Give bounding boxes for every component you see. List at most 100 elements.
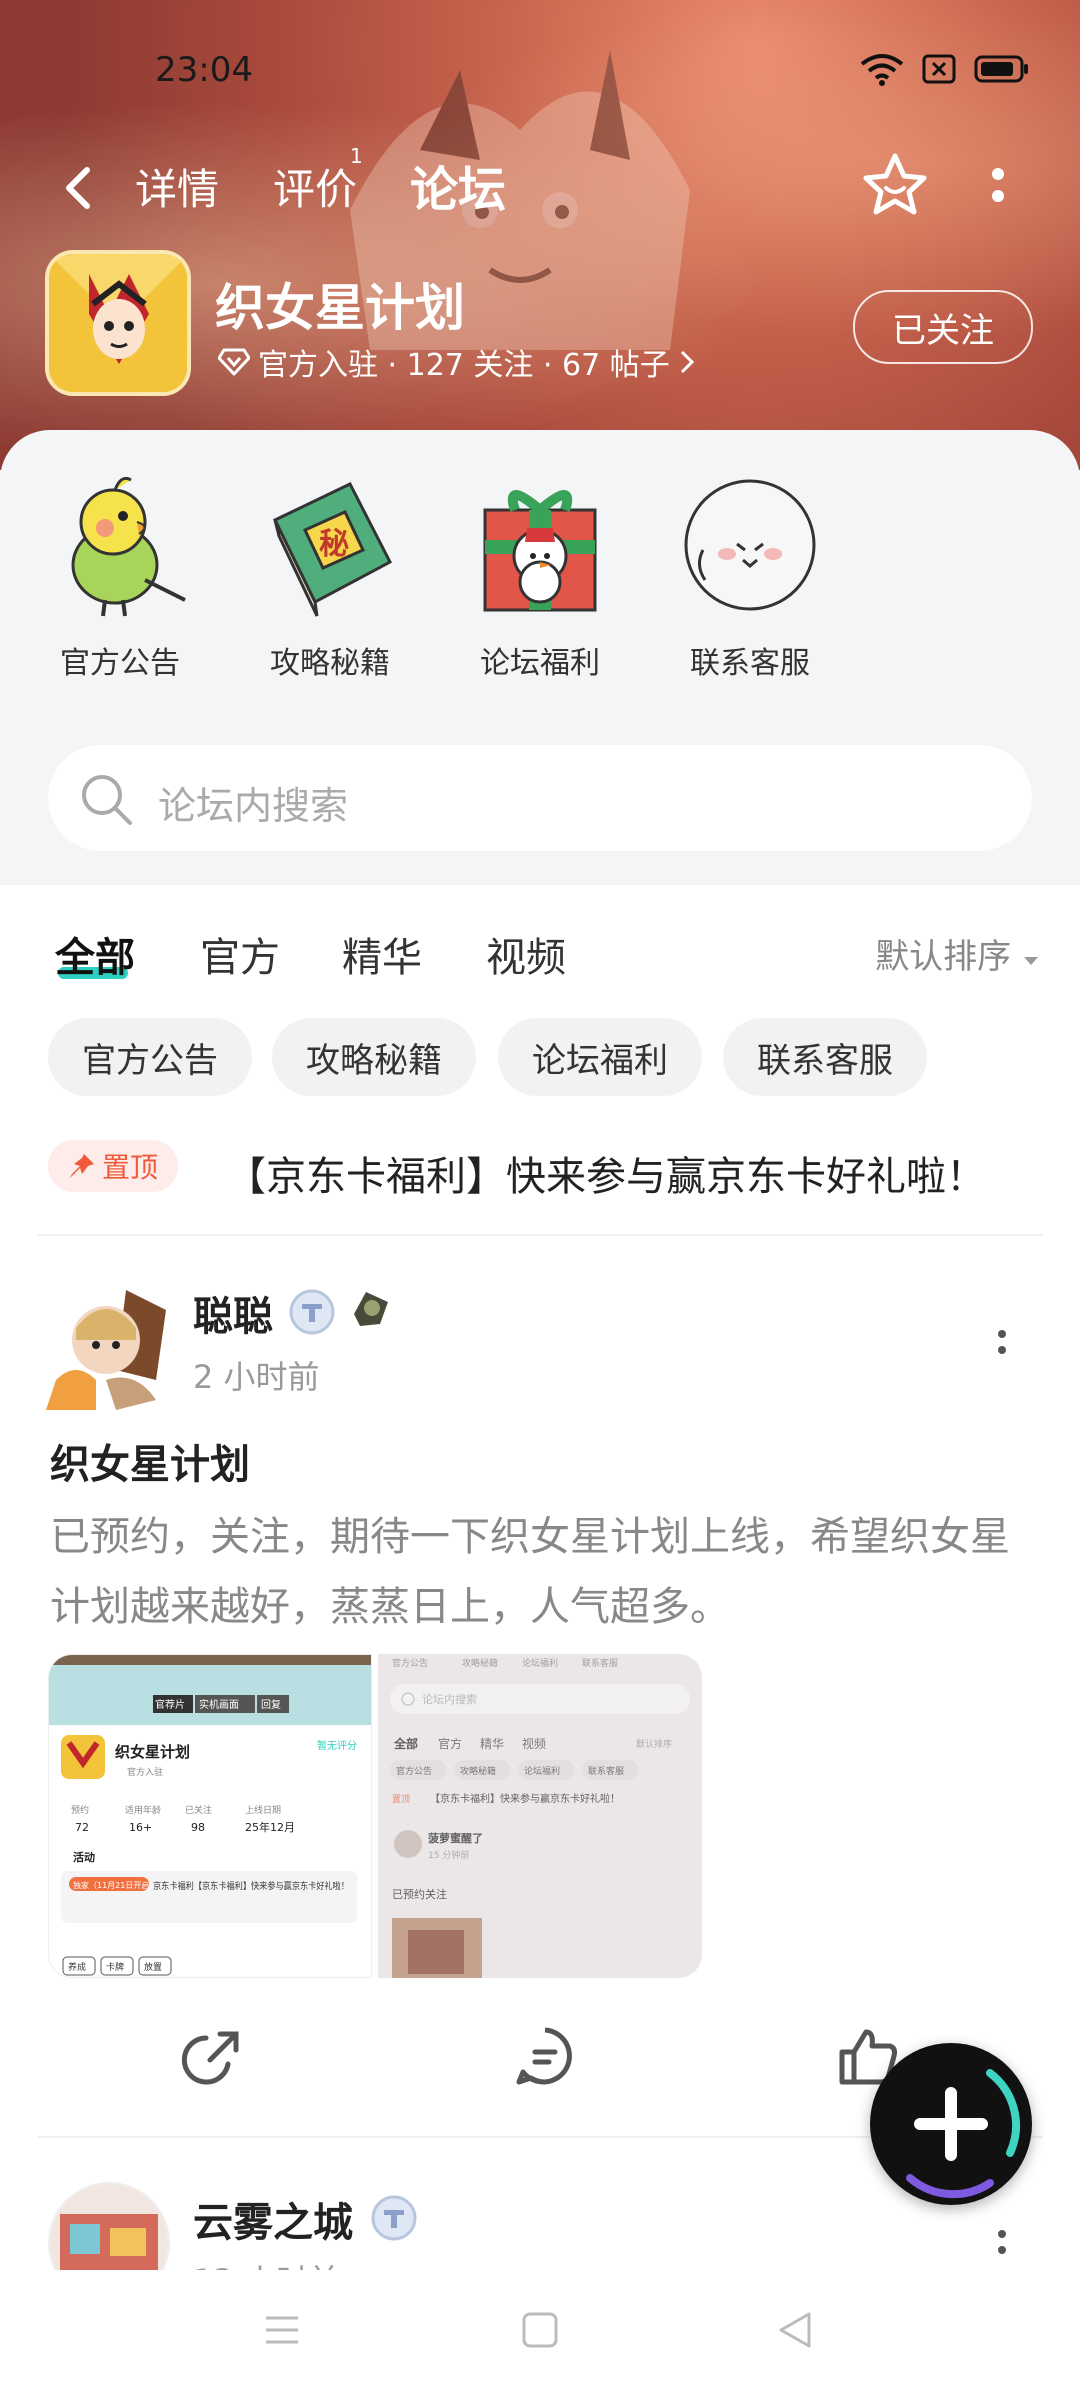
review-count-badge: 1 (350, 144, 363, 168)
filter-tab-featured[interactable]: 精华 (342, 925, 422, 983)
thumb2-filter: 精华 (480, 1737, 504, 1751)
share-icon[interactable] (180, 2024, 244, 2088)
pinned-title[interactable]: 【京东卡福利】快来参与赢京东卡好礼啦！ (226, 1144, 986, 1202)
tab-detail[interactable]: 详情 (135, 156, 219, 217)
post-author[interactable]: 聪聪 (193, 1284, 273, 1342)
post-body[interactable]: 已预约，关注，期待一下织女星计划上线，希望织女星计划越来越好，蒸蒸日上，人气超多… (50, 1502, 1035, 1642)
forum-panel: 官方公告 秘 攻略秘籍 论坛福利 联系客服 论坛内搜索 (0, 430, 1080, 885)
quick-link-label: 官方公告 (60, 646, 180, 681)
thumb-official: 官方入驻 (127, 1766, 163, 1778)
chip-announcements[interactable]: 官方公告 (48, 1018, 252, 1096)
header-banner: 23:04 详情 评价 1 论坛 织女星计划 官方入驻 · 127 关注 · 6… (0, 0, 1080, 470)
diamond-verified-icon (218, 348, 250, 376)
thumb-stat-label: 上线日期 (245, 1804, 281, 1816)
thumb-stat-value: 72 (75, 1821, 89, 1834)
thumb2-top-tab: 论坛福利 (522, 1657, 558, 1669)
forum-search[interactable]: 论坛内搜索 (48, 745, 1032, 851)
mochi-face-icon (684, 479, 816, 611)
quick-link-welfare[interactable]: 论坛福利 (450, 470, 630, 682)
chip-welfare[interactable]: 论坛福利 (498, 1018, 702, 1096)
more-vertical-icon[interactable] (990, 1324, 1014, 1364)
thumb2-time: 15 分钟前 (428, 1849, 469, 1861)
filter-tab-official[interactable]: 官方 (200, 925, 280, 983)
tab-forum[interactable]: 论坛 (410, 150, 506, 220)
thumb-tab-label: 官荐片 (155, 1698, 185, 1711)
thumb2-pin-badge: 置顶 (392, 1794, 410, 1805)
sort-label: 默认排序 (875, 937, 1012, 977)
quick-link-support[interactable]: 联系客服 (660, 470, 840, 682)
app-meta[interactable]: 官方入驻 · 127 关注 · 67 帖子 (218, 340, 696, 384)
pinned-badge-label: 置顶 (101, 1151, 158, 1184)
comment-icon[interactable] (513, 2024, 577, 2088)
chip-guides[interactable]: 攻略秘籍 (272, 1018, 476, 1096)
thumb-tag: 卡牌 (106, 1961, 124, 1973)
follow-button[interactable]: 已关注 (853, 290, 1033, 364)
plus-icon (906, 2069, 1020, 2199)
more-vertical-icon[interactable] (983, 158, 1013, 218)
menu-icon[interactable] (262, 2310, 302, 2350)
thumb-stat-label: 预约 (71, 1804, 89, 1816)
thumb2-top-tab: 官方公告 (392, 1657, 428, 1669)
quick-link-label: 攻略秘籍 (270, 646, 390, 681)
secret-book-icon: 秘 (272, 482, 393, 617)
more-vertical-icon[interactable] (990, 2224, 1014, 2264)
app-info: 织女星计划 官方入驻 · 127 关注 · 67 帖子 已关注 (0, 250, 1080, 400)
post-time: 2 小时前 (193, 1358, 320, 1396)
sort-dropdown[interactable]: 默认排序 (875, 929, 1040, 978)
back-icon[interactable] (775, 2310, 815, 2350)
thumb-tab-label: 实机画面 (199, 1698, 239, 1711)
thumb-activity-text: 京东卡福利【京东卡福利】快来参与赢京东卡好礼啦！ (153, 1880, 349, 1892)
thumb2-chip: 官方公告 (396, 1765, 432, 1777)
quick-link-guides[interactable]: 秘 攻略秘籍 (240, 470, 420, 682)
status-icons (860, 52, 1030, 86)
svg-text:秘: 秘 (319, 527, 349, 562)
thumb2-chip: 论坛福利 (524, 1765, 560, 1777)
thumb2-chip: 联系客服 (588, 1765, 624, 1777)
post-title[interactable]: 织女星计划 (50, 1432, 250, 1490)
chevron-right-icon (680, 350, 694, 374)
thumb2-filter: 全部 (393, 1736, 418, 1751)
thumb-activity-tag: 独家（11月21日开启） (73, 1880, 157, 1890)
pinned-post[interactable]: 置顶 【京东卡福利】快来参与赢京东卡好礼啦！ (48, 1140, 1048, 1200)
system-nav-bar (0, 2270, 1080, 2400)
thumb2-body: 已预约关注 (392, 1887, 447, 1901)
back-arrow-icon[interactable] (55, 158, 99, 218)
quick-link-announcements[interactable]: 官方公告 (30, 470, 210, 682)
avatar[interactable] (36, 1270, 178, 1412)
thumb-stat-value: 25年12月 (245, 1820, 295, 1834)
top-nav: 详情 评价 1 论坛 (0, 144, 1080, 230)
thumb-stat-value: 16+ (129, 1821, 152, 1834)
post-author[interactable]: 云雾之城 (193, 2190, 353, 2248)
thumb-stat-value: 98 (191, 1821, 205, 1834)
filter-tabs: 全部 官方 精华 视频 默认排序 (0, 915, 1080, 995)
chip-support[interactable]: 联系客服 (723, 1018, 927, 1096)
thumb2-pin-text: 【京东卡福利】快来参与赢京东卡好礼啦！ (430, 1792, 620, 1805)
app-icon[interactable] (45, 250, 191, 396)
app-name: 织女星计划 (215, 279, 465, 337)
thumb2-chip: 攻略秘籍 (460, 1765, 496, 1777)
thumb-tag: 养成 (68, 1961, 86, 1973)
thumb-tab-label: 回复 (261, 1698, 281, 1711)
status-time: 23:04 (155, 50, 253, 90)
thumb2-filter: 视频 (522, 1736, 546, 1751)
star-favorite-icon[interactable] (860, 150, 930, 220)
post-image[interactable]: 官方公告 攻略秘籍 论坛福利 联系客服 论坛内搜索 全部 官方 精华 视频 默认… (378, 1654, 702, 1978)
level-badge-icon (371, 2195, 417, 2241)
tab-review[interactable]: 评价 (273, 156, 357, 217)
filter-tab-all[interactable]: 全部 (55, 925, 135, 983)
home-icon[interactable] (520, 2310, 560, 2350)
post-image[interactable]: 官荐片 实机画面 回复 织女星计划 暂无评分 官方入驻 预约 适用年龄 已关注 … (48, 1654, 372, 1978)
divider (38, 1234, 1043, 1236)
gift-box-icon (483, 490, 597, 612)
thumb2-filter: 官方 (438, 1736, 462, 1751)
avatar[interactable] (48, 2182, 170, 2270)
filter-tab-video[interactable]: 视频 (486, 925, 566, 983)
category-chips: 官方公告 攻略秘籍 论坛福利 联系客服 (0, 1018, 1080, 1098)
app-stats: 官方入驻 · 127 关注 · 67 帖子 (258, 348, 670, 383)
no-sim-icon (922, 54, 956, 84)
thumb-rating: 暂无评分 (317, 1740, 357, 1752)
thumb2-top-tab: 攻略秘籍 (462, 1657, 498, 1669)
create-post-fab[interactable] (870, 2043, 1032, 2205)
thumb-activity-label: 活动 (73, 1850, 95, 1864)
quick-link-label: 论坛福利 (480, 646, 600, 681)
